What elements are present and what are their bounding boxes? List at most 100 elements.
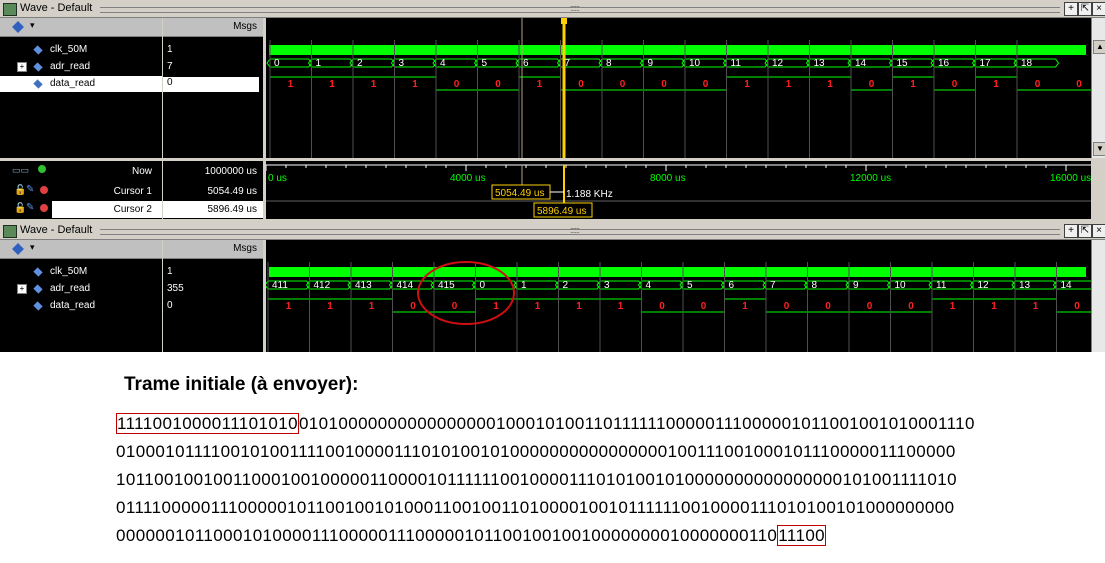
trame-line-5-rest: 0000001011000101000011100000111000001011…: [116, 526, 778, 545]
expand-icon[interactable]: +: [17, 284, 27, 294]
waveform-canvas-2[interactable]: 411 412 413 414 415 0 1 2 3 4 5 6 7 8 9 10 11 12 13 141 1 1 0 0…: [266, 240, 1091, 352]
wrench-icon[interactable]: ✎: [26, 184, 34, 195]
chevron-down-icon[interactable]: ▾: [30, 20, 35, 31]
signal-row-data[interactable]: data_read: [0, 76, 162, 92]
data-bit-label: 1: [286, 301, 292, 312]
expand-icon[interactable]: +: [17, 62, 27, 72]
trame-line-2: 0100010111100101001111001000011101010010…: [116, 442, 956, 461]
bus-value-label: 9: [648, 58, 654, 69]
waveform-pane[interactable]: 0 1 2 3 4 5 6 7 8 9 10 11 12 13 14 15 16 17 18 1 1 1 1 0 0 1 0 0 0 0 1…: [266, 18, 1091, 158]
add-icon[interactable]: +: [1064, 2, 1078, 16]
time-tick-label: 16000 us: [1050, 173, 1091, 184]
data-bit-label: 0: [452, 301, 458, 312]
cursor2-handle: [561, 18, 567, 24]
data-bit-label: 0: [578, 79, 584, 90]
wave-toolbar-icon[interactable]: [12, 243, 24, 255]
vertical-scrollbar[interactable]: [1091, 240, 1105, 352]
data-bit-label: 1: [618, 301, 624, 312]
window-2-titlebar[interactable]: Wave - Default :::::: + ⇱ ×: [0, 222, 1105, 240]
wrench-icon[interactable]: ✎: [26, 202, 34, 213]
scroll-down-icon[interactable]: ▼: [1093, 142, 1105, 156]
data-bit-label: 1: [329, 79, 335, 90]
close-icon[interactable]: ×: [1092, 2, 1105, 16]
vertical-scrollbar[interactable]: ▲ ▼: [1091, 18, 1105, 158]
cursor-values-pane: 1000000 us 5054.49 us 5896.49 us: [163, 161, 263, 219]
trame-title: Trame initiale (à envoyer):: [124, 374, 359, 395]
bus-value-label: 6: [729, 280, 735, 291]
signal-value: 1: [167, 266, 173, 277]
data-bit-label: 1: [535, 301, 541, 312]
cursor2-flag-label: 5896.49 us: [537, 206, 587, 217]
msgs-label: Msgs: [233, 243, 257, 254]
titlebar-dock-handle[interactable]: ::::::: [570, 3, 580, 13]
bus-value-label: 4: [646, 280, 652, 291]
waveform-canvas-1[interactable]: 0 1 2 3 4 5 6 7 8 9 10 11 12 13 14 15 16 17 181 1 1 1 0 0 1 0 0 0 0 1…: [266, 18, 1091, 158]
signal-row-adr[interactable]: + adr_read: [0, 59, 162, 75]
signal-name: adr_read: [50, 61, 91, 72]
cursor1-flag-label: 5054.49 us: [495, 188, 545, 199]
data-bit-label: 0: [620, 79, 626, 90]
cursor2-row[interactable]: 🔓 ✎ Cursor 2: [0, 201, 162, 219]
timeline-canvas[interactable]: 0 us 4000 us 8000 us 12000 us 16000 us 5054.4…: [266, 161, 1091, 219]
time-tick-label: 4000 us: [450, 173, 486, 184]
bus-value-label: 2: [563, 280, 569, 291]
data-waveform: [270, 76, 1091, 91]
bus-value-label: 3: [399, 58, 405, 69]
undock-icon[interactable]: ⇱: [1078, 224, 1092, 238]
window-1-title: Wave - Default: [20, 2, 93, 14]
bus-value-label: 12: [772, 58, 784, 69]
now-toolbar-icons[interactable]: ▭▭: [12, 165, 29, 176]
bus-value-label: 13: [814, 58, 826, 69]
timeline-pane[interactable]: 0 us 4000 us 8000 us 12000 us 16000 us 5054.4…: [266, 161, 1091, 219]
wave-app-icon: [3, 3, 17, 16]
signal-row-clk[interactable]: clk_50M: [0, 264, 162, 280]
data-bit-label: 0: [825, 301, 831, 312]
signal-row-clk[interactable]: clk_50M: [0, 42, 162, 58]
bus-value-label: 11: [731, 58, 742, 69]
add-icon[interactable]: +: [1064, 224, 1078, 238]
lock-icon[interactable]: 🔓: [14, 203, 26, 214]
data-bit-label: 1: [786, 79, 792, 90]
add-cursor-icon[interactable]: [38, 165, 46, 173]
lock-icon[interactable]: 🔓: [14, 185, 26, 196]
wave-app-icon: [3, 225, 17, 238]
now-label: Now: [131, 166, 152, 177]
data-bit-label: 1: [742, 301, 748, 312]
bus-value-label: 3: [604, 280, 610, 291]
close-icon[interactable]: ×: [1092, 224, 1105, 238]
bus-value-label: 14: [1061, 280, 1073, 291]
data-bit-label: 0: [659, 301, 665, 312]
undock-icon[interactable]: ⇱: [1078, 2, 1092, 16]
signal-values-pane: Msgs 1 355 0: [163, 240, 263, 352]
cursor-names-pane: ▭▭ Now 🔓 ✎ Cursor 1 🔓 ✎ Cursor 2: [0, 161, 162, 219]
chevron-down-icon[interactable]: ▾: [30, 242, 35, 253]
names-header: ▾: [0, 240, 162, 259]
clk-waveform: [269, 45, 1086, 55]
titlebar-dock-handle[interactable]: ::::::: [570, 225, 580, 235]
cursor1-row[interactable]: 🔓 ✎ Cursor 1: [0, 183, 162, 201]
bus-value-label: 11: [936, 280, 947, 291]
time-tick-label: 12000 us: [850, 173, 891, 184]
bus-value-label: 8: [812, 280, 818, 291]
bus-value-label: 10: [689, 58, 701, 69]
names-header: ▾: [0, 18, 162, 37]
cursor2-value: 5896.49 us: [207, 204, 258, 215]
bus-value-label: 2: [357, 58, 363, 69]
bus-value-label: 0: [480, 280, 486, 291]
bus-value-label: 15: [897, 58, 909, 69]
data-bit-label: 0: [867, 301, 873, 312]
frequency-label: 1.188 KHz: [566, 189, 613, 200]
data-bit-label: 1: [369, 301, 375, 312]
remove-cursor-icon[interactable]: [40, 204, 48, 212]
window-1-titlebar[interactable]: Wave - Default :::::: + ⇱ ×: [0, 0, 1105, 18]
bus-value-label: 411: [272, 280, 288, 291]
remove-cursor-icon[interactable]: [40, 186, 48, 194]
waveform-pane[interactable]: 411 412 413 414 415 0 1 2 3 4 5 6 7 8 9 10 11 12 13 14 1 1 1 0 0…: [266, 240, 1091, 352]
signal-row-data[interactable]: data_read: [0, 298, 162, 314]
wave-toolbar-icon[interactable]: [12, 21, 24, 33]
signal-row-adr[interactable]: + adr_read: [0, 281, 162, 297]
signal-names-pane: ▾ clk_50M + adr_read data_read: [0, 240, 162, 352]
scroll-up-icon[interactable]: ▲: [1093, 40, 1105, 54]
trame-end-highlight: 11100: [777, 525, 827, 546]
data-bit-label: 1: [371, 79, 377, 90]
